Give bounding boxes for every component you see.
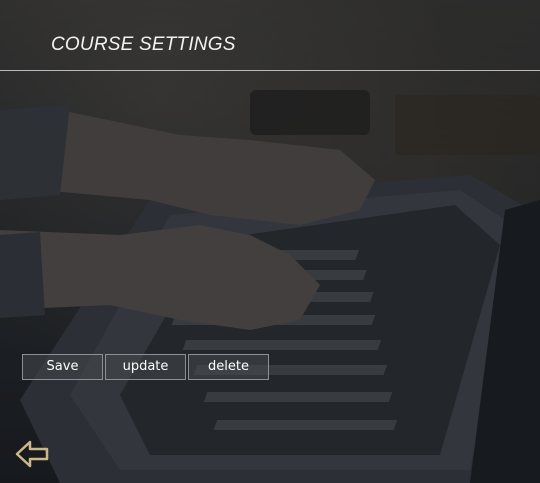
header-bar: COURSE SETTINGS <box>0 0 540 71</box>
save-button[interactable]: Save <box>22 354 103 380</box>
update-button[interactable]: update <box>105 354 186 380</box>
action-buttons: Save update delete <box>22 354 271 380</box>
arrow-left-icon <box>15 440 49 468</box>
delete-button[interactable]: delete <box>188 354 269 380</box>
page-title: COURSE SETTINGS <box>51 34 236 55</box>
back-button[interactable] <box>14 436 50 472</box>
background-dim-overlay <box>0 0 540 483</box>
